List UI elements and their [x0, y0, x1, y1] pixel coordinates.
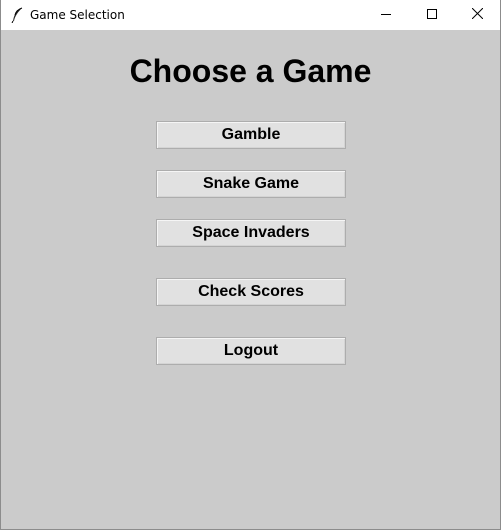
minimize-button[interactable]: [363, 0, 409, 30]
snake-game-button[interactable]: Snake Game: [156, 170, 346, 198]
check-scores-button[interactable]: Check Scores: [156, 278, 346, 306]
logout-button[interactable]: Logout: [156, 337, 346, 365]
minimize-icon: [381, 6, 391, 24]
close-icon: [471, 6, 483, 24]
close-button[interactable]: [454, 0, 500, 30]
maximize-icon: [427, 6, 437, 24]
space-invaders-button[interactable]: Space Invaders: [156, 219, 346, 247]
window-title: Game Selection: [30, 8, 125, 22]
game-menu-panel: Choose a Game Gamble Snake Game Space In…: [1, 30, 500, 529]
maximize-button[interactable]: [409, 0, 455, 30]
gamble-button[interactable]: Gamble: [156, 121, 346, 149]
page-title: Choose a Game: [129, 53, 372, 89]
app-window: Game Selection Choose a Game Gamble Snak…: [0, 0, 501, 530]
title-bar[interactable]: Game Selection: [1, 0, 500, 30]
feather-icon: [10, 7, 24, 24]
